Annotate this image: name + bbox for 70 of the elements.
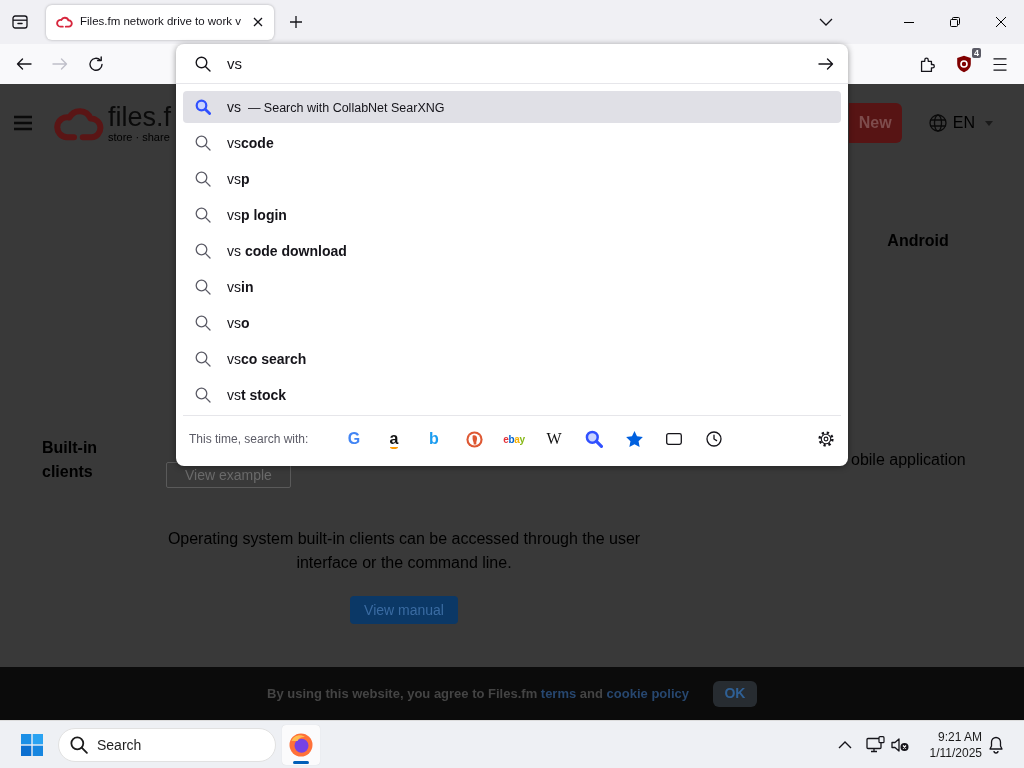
browser-tab[interactable]: Files.fm network drive to work v xyxy=(46,4,274,40)
monitor-icon xyxy=(865,736,885,753)
globe-icon xyxy=(928,114,947,132)
suggestion-item[interactable]: vs — Search with CollabNet SearXNG xyxy=(183,91,841,123)
address-field[interactable]: vs xyxy=(227,49,796,78)
puzzle-icon xyxy=(920,56,936,72)
chevron-up-icon xyxy=(838,740,852,749)
suggestion-item[interactable]: vso xyxy=(183,307,841,339)
search-icon xyxy=(585,430,603,448)
search-icon xyxy=(195,135,211,151)
bell-icon xyxy=(988,735,1004,754)
search-icon xyxy=(195,243,211,259)
extension-badge: 4 xyxy=(972,48,981,58)
search-icon xyxy=(195,387,211,403)
search-icon xyxy=(195,315,211,331)
round-logo-icon xyxy=(465,430,483,448)
close-icon xyxy=(253,17,264,27)
reload-icon xyxy=(88,56,104,72)
window-icon xyxy=(666,433,682,445)
menu-icon xyxy=(992,57,1008,71)
column-heading: Android xyxy=(887,231,949,251)
search-icon xyxy=(195,351,211,367)
minimize-icon xyxy=(904,21,914,23)
search-icon xyxy=(70,735,88,754)
column-label: obile application xyxy=(851,450,966,470)
search-engine-button[interactable]: G xyxy=(338,423,370,455)
menu-icon xyxy=(14,115,32,131)
shield-icon xyxy=(956,55,972,73)
start-icon xyxy=(21,733,43,756)
forward-arrow-icon xyxy=(52,56,68,72)
clock-icon xyxy=(706,431,722,447)
suggestion-item[interactable]: vst stock xyxy=(183,379,841,411)
cloud-logo-icon xyxy=(56,16,73,28)
star-icon xyxy=(625,431,643,447)
suggestion-item[interactable]: vsp login xyxy=(183,199,841,231)
clock-time: 9:21 AM xyxy=(936,728,982,745)
search-icon xyxy=(195,99,211,115)
chevron-down-icon xyxy=(819,18,833,26)
suggestion-item[interactable]: vs code download xyxy=(183,235,841,267)
suggestion-item[interactable]: vsin xyxy=(183,271,841,303)
settings-icon xyxy=(818,431,834,447)
search-with-label: This time, search with: xyxy=(189,431,310,448)
search-engine-button[interactable]: W xyxy=(538,423,570,455)
search-icon xyxy=(195,207,211,223)
browser-icon xyxy=(289,732,313,757)
cloud-logo-icon xyxy=(54,105,104,141)
cookie-notice: By using this website, you agree to Files.fm terms and cookie policy xyxy=(267,684,689,703)
back-arrow-icon xyxy=(16,56,32,72)
restore-icon xyxy=(950,17,960,27)
search-engine-button[interactable]: ebay xyxy=(498,423,530,455)
arrow-right-icon xyxy=(818,56,834,71)
tray-icon xyxy=(12,14,28,30)
taskbar-app-button[interactable] xyxy=(282,724,320,765)
description-text: Operating system built-in clients can be accessed through the user interface or the command line. xyxy=(166,529,642,573)
suggestion-item[interactable]: vsco search xyxy=(183,343,841,375)
plus-icon xyxy=(289,15,303,29)
suggestion-item[interactable]: vscode xyxy=(183,127,841,159)
taskbar-search-field[interactable]: Search xyxy=(58,727,276,762)
row-heading: Built-in clients xyxy=(41,438,99,482)
search-engine-button[interactable]: a xyxy=(378,423,410,455)
close-icon xyxy=(996,17,1006,27)
clock-date: 1/11/2025 xyxy=(928,744,982,761)
logo-tagline: store · share xyxy=(108,130,171,143)
search-icon xyxy=(195,279,211,295)
search-icon xyxy=(195,55,211,72)
suggestion-item[interactable]: vsp xyxy=(183,163,841,195)
blocker-extension-button[interactable]: 4 xyxy=(950,50,978,78)
caret-icon xyxy=(985,120,993,126)
search-icon xyxy=(195,171,211,187)
speaker-muted-icon xyxy=(891,736,909,753)
